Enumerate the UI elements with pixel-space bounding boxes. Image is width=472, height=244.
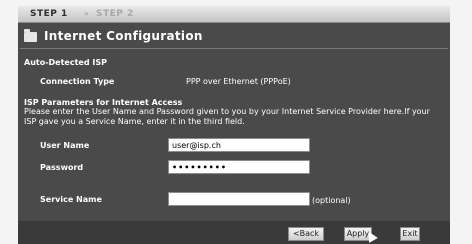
page-title: Internet Configuration — [44, 29, 203, 43]
connection-type-value: PPP over Ethernet (PPPoE) — [186, 77, 291, 86]
step-2-label: STEP 2 — [96, 9, 134, 19]
wizard-content: Internet Configuration Auto-Detected ISP… — [18, 23, 450, 221]
password-field[interactable]: ••••••••• — [168, 160, 310, 174]
page-title-bar: Internet Configuration — [20, 27, 448, 49]
user-name-field[interactable]: user@isp.ch — [168, 138, 310, 152]
button-bar: <Back Apply Exit — [18, 221, 450, 244]
user-name-label: User Name — [40, 141, 90, 150]
connection-type-label: Connection Type — [40, 77, 115, 86]
isp-params-heading: ISP Parameters for Internet Access — [24, 98, 183, 107]
password-label: Password — [40, 163, 84, 172]
service-name-label: Service Name — [40, 195, 102, 204]
step-indicator: STEP 1 » STEP 2 — [18, 6, 450, 23]
step-1-label: STEP 1 — [30, 9, 68, 19]
exit-button[interactable]: Exit — [400, 227, 420, 241]
back-button[interactable]: <Back — [288, 227, 324, 241]
optional-note: (optional) — [312, 196, 351, 205]
folder-icon — [24, 29, 37, 42]
step-separator: » — [84, 9, 89, 18]
isp-params-description: Please enter the User Name and Password … — [24, 107, 430, 126]
wizard-window: STEP 1 » STEP 2 Internet Configuration A… — [18, 6, 450, 244]
auto-detected-heading: Auto-Detected ISP — [24, 58, 107, 67]
service-name-field[interactable] — [168, 192, 310, 206]
